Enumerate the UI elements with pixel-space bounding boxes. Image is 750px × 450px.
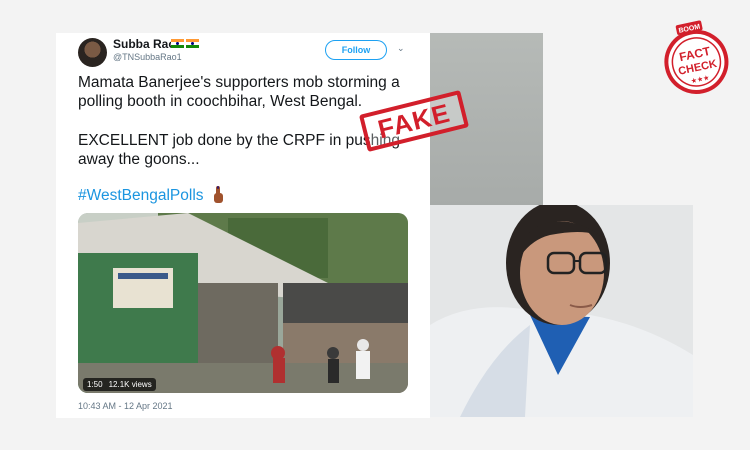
- avatar-icon[interactable]: [78, 38, 107, 67]
- portrait-illustration: [430, 205, 693, 417]
- inked-finger-icon: [214, 186, 223, 203]
- portrait-photo: [430, 205, 693, 417]
- tweet-author-name[interactable]: Subba Rao: [113, 37, 176, 51]
- hashtag-link[interactable]: #WestBengalPolls: [78, 187, 204, 205]
- fact-check-logo: BOOM FACT CHECK ★★★: [664, 20, 729, 94]
- video-thumbnail: [78, 213, 408, 393]
- video-views: 12.1K views: [108, 380, 152, 389]
- chevron-down-icon[interactable]: ⌄: [397, 43, 405, 54]
- tweet-timestamp[interactable]: 10:43 AM - 12 Apr 2021: [78, 401, 173, 411]
- india-flag-icon: [171, 39, 184, 48]
- video-info-badge: 1:50 12.1K views: [83, 378, 156, 391]
- video-player[interactable]: [78, 213, 408, 393]
- tweet-text-line1: Mamata Banerjee's supporters mob stormin…: [78, 74, 400, 110]
- india-flag-icon: [186, 39, 199, 48]
- tweet-card: Subba Rao @TNSubbaRao1 Follow ⌄ Mamata B…: [56, 33, 430, 418]
- follow-button[interactable]: Follow: [325, 40, 387, 60]
- india-flag-icon: [171, 39, 199, 48]
- tweet-author-handle[interactable]: @TNSubbaRao1: [113, 52, 182, 62]
- video-duration: 1:50: [87, 380, 103, 389]
- image-canvas: Subba Rao @TNSubbaRao1 Follow ⌄ Mamata B…: [0, 0, 750, 450]
